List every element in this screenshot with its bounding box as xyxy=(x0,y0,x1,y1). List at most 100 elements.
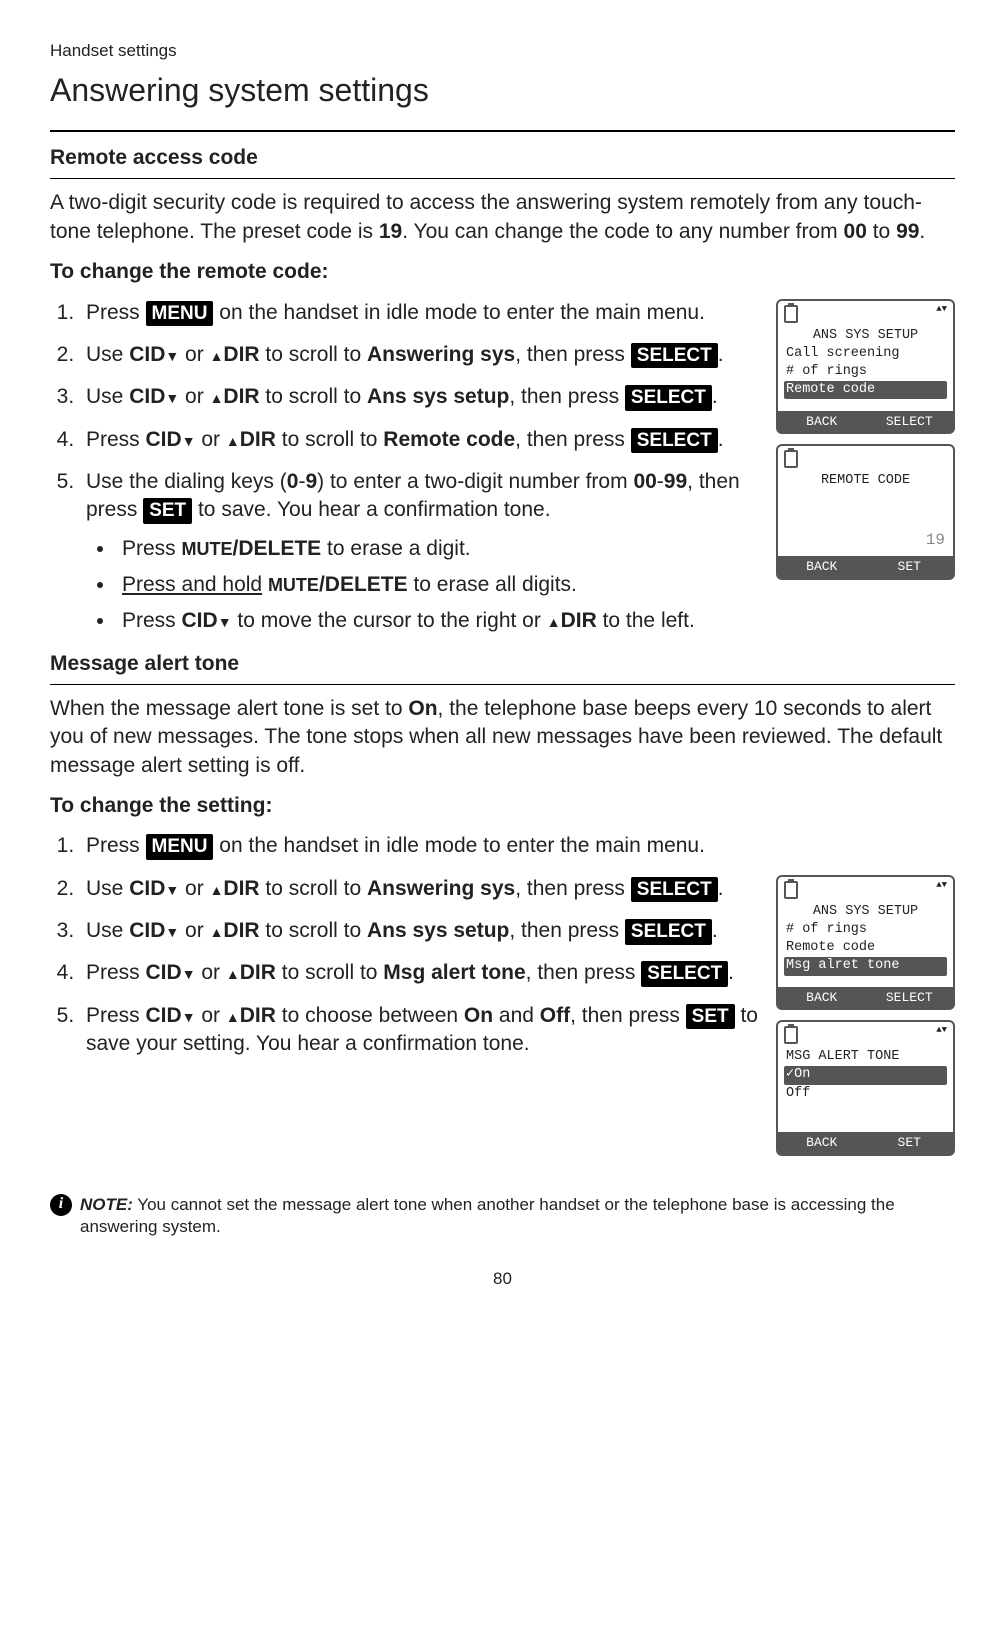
up-arrow-icon xyxy=(547,609,561,632)
section2-steps: Press MENU on the handset in idle mode t… xyxy=(50,832,955,860)
battery-icon xyxy=(784,305,798,323)
mute-key: MUTE xyxy=(268,575,319,595)
select-button-label: SELECT xyxy=(631,877,718,903)
note-label: NOTE: xyxy=(80,1195,133,1214)
text: - xyxy=(657,470,664,493)
text: . xyxy=(728,961,734,984)
on-label: On xyxy=(408,697,437,720)
cid-key: CID xyxy=(146,1004,196,1027)
up-arrow-icon xyxy=(226,428,240,451)
text: , then press xyxy=(515,877,631,900)
cid-key: CID xyxy=(129,877,179,900)
cid-key: CID xyxy=(129,343,179,366)
lcd-row-selected: Msg alret tone xyxy=(784,957,947,975)
text: , then press xyxy=(509,385,625,408)
text: . xyxy=(718,877,724,900)
section2-subheading: To change the setting: xyxy=(50,792,955,820)
text: , then press xyxy=(570,1004,686,1027)
text: or xyxy=(179,919,209,942)
text: , then press xyxy=(515,343,631,366)
digit: 0 xyxy=(287,470,299,493)
dir-key: DIR xyxy=(210,919,260,942)
select-button-label: SELECT xyxy=(625,385,712,411)
digit: 00 xyxy=(633,470,656,493)
text: or xyxy=(196,1004,226,1027)
menu-item: Msg alert tone xyxy=(383,961,525,984)
section-heading-remote: Remote access code xyxy=(50,144,955,172)
battery-icon xyxy=(784,450,798,468)
page-title: Answering system settings xyxy=(50,69,955,112)
scroll-icon: ▲▼ xyxy=(936,305,947,323)
lcd-alert-tone: ▲▼ MSG ALERT TONE ✓On Off BACKSET xyxy=(776,1020,955,1156)
text: Press xyxy=(86,301,146,324)
text: , then press xyxy=(515,428,631,451)
up-arrow-icon xyxy=(226,1004,240,1027)
text: to erase all digits. xyxy=(408,573,577,596)
dir-key: DIR xyxy=(226,428,276,451)
delete-key: /DELETE xyxy=(233,537,322,560)
dir-key: DIR xyxy=(226,961,276,984)
text: and xyxy=(493,1004,540,1027)
cid-key: CID xyxy=(129,919,179,942)
dir-key: DIR xyxy=(210,877,260,900)
text: or xyxy=(179,877,209,900)
note-text: NOTE: You cannot set the message alert t… xyxy=(80,1194,955,1238)
down-arrow-icon xyxy=(218,609,232,632)
up-arrow-icon xyxy=(210,385,224,408)
scroll-icon: ▲▼ xyxy=(936,1026,947,1044)
text: Press xyxy=(86,1004,146,1027)
note-body: You cannot set the message alert tone wh… xyxy=(80,1195,895,1236)
text: , then press xyxy=(526,961,642,984)
digit: 99 xyxy=(664,470,687,493)
delete-key: /DELETE xyxy=(319,573,408,596)
softkey-set: SET xyxy=(866,1132,954,1154)
text: Press xyxy=(86,428,146,451)
softkey-select: SELECT xyxy=(866,987,954,1009)
softkey-back: BACK xyxy=(778,1132,866,1154)
lcd-row: Off xyxy=(784,1085,947,1103)
scroll-icon: ▲▼ xyxy=(936,881,947,899)
select-button-label: SELECT xyxy=(641,961,728,987)
page-number: 80 xyxy=(50,1268,955,1291)
lcd-remote-menu: ▲▼ ANS SYS SETUP Call screening # of rin… xyxy=(776,299,955,435)
softkey-back: BACK xyxy=(778,987,866,1009)
down-arrow-icon xyxy=(182,1004,196,1027)
menu-item: Ans sys setup xyxy=(367,919,509,942)
softkey-select: SELECT xyxy=(866,411,954,433)
text: Use xyxy=(86,919,129,942)
text: ) to enter a two-digit number from xyxy=(317,470,633,493)
text: or xyxy=(196,428,226,451)
lcd-row-selected: ✓On xyxy=(784,1066,947,1084)
lcd-row: Call screening xyxy=(784,345,947,363)
text: to move the cursor to the right or xyxy=(232,609,547,632)
preset-code: 19 xyxy=(379,220,402,243)
step-1: Press MENU on the handset in idle mode t… xyxy=(80,832,955,860)
text: to the left. xyxy=(597,609,695,632)
text: on the handset in idle mode to enter the… xyxy=(213,834,704,857)
select-button-label: SELECT xyxy=(631,428,718,454)
text: to scroll to xyxy=(276,961,383,984)
section2-intro: When the message alert tone is set to On… xyxy=(50,695,955,780)
mute-key: MUTE xyxy=(182,539,233,559)
softkey-back: BACK xyxy=(778,556,866,578)
off-option: Off xyxy=(540,1004,570,1027)
text: Press xyxy=(122,537,182,560)
lcd-row-selected: Remote code xyxy=(784,381,947,399)
press-hold: Press and hold xyxy=(122,573,262,596)
text: to choose between xyxy=(276,1004,464,1027)
section-heading-alert: Message alert tone xyxy=(50,650,955,678)
down-arrow-icon xyxy=(165,919,179,942)
lcd-title: REMOTE CODE xyxy=(784,472,947,490)
text: or xyxy=(179,343,209,366)
menu-item: Answering sys xyxy=(367,877,515,900)
text: or xyxy=(179,385,209,408)
up-arrow-icon xyxy=(210,877,224,900)
text: . xyxy=(718,428,724,451)
text: , then press xyxy=(509,919,625,942)
down-arrow-icon xyxy=(182,961,196,984)
text: to scroll to xyxy=(276,428,383,451)
lcd-title: ANS SYS SETUP xyxy=(784,327,947,345)
battery-icon xyxy=(784,1026,798,1044)
text: When the message alert tone is set to xyxy=(50,697,408,720)
dir-key: DIR xyxy=(210,343,260,366)
